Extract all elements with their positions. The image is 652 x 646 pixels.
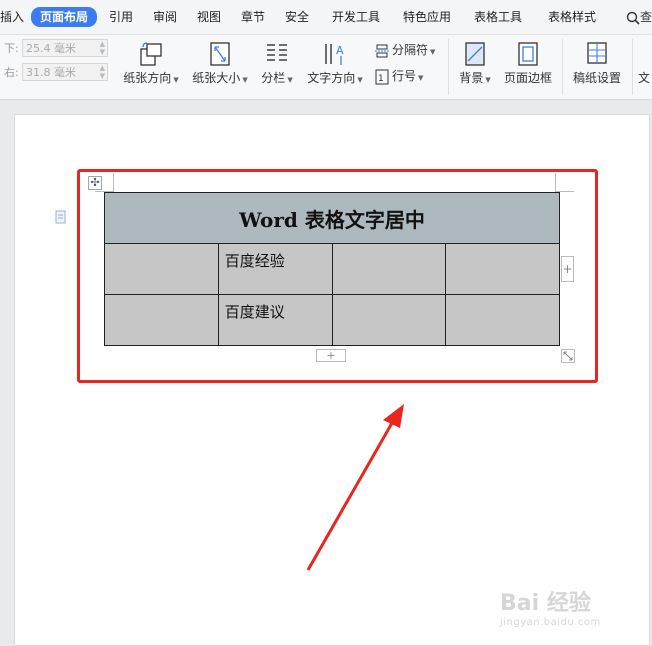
tab-table-style[interactable]: 表格样式 — [548, 8, 596, 26]
cell-text — [446, 244, 559, 250]
tab-page-layout[interactable]: 页面布局 — [31, 7, 98, 27]
text-direction-button[interactable]: A 文字方向 ▼ — [303, 35, 367, 95]
tab-view[interactable]: 视图 — [197, 8, 221, 26]
table-row: 百度建议 — [104, 294, 560, 346]
ribbon-toolbar: 下: 25.4 毫米 ▲ ▼ 右: 31.8 毫米 ▲ ▼ 纸张方向 ▼ 纸张大小 ▼ 分栏… — [0, 35, 652, 132]
margin-right-label: 右: — [4, 66, 19, 79]
cell-text: 百度经验 — [224, 252, 285, 270]
orientation-label: 纸张方向 — [123, 71, 172, 85]
table-cell[interactable] — [331, 243, 447, 295]
page-border-button[interactable]: 页面边框 — [500, 35, 556, 95]
table-title-cell[interactable]: Word 表格文字居中 — [104, 192, 560, 244]
paper-size-label: 纸张大小 — [192, 71, 241, 85]
cell-text — [105, 295, 218, 301]
table-cell[interactable]: 百度经验 — [217, 243, 333, 295]
table-cell[interactable]: 百度建议 — [217, 294, 333, 346]
breaks-button[interactable]: 分隔符 ▼ — [375, 41, 435, 59]
tab-references[interactable]: 引用 — [109, 8, 133, 26]
document-table[interactable]: Word 表格文字居中 百度经验 百度建议 — [104, 192, 560, 346]
paper-size-icon — [210, 42, 230, 66]
margin-bottom-value: 25.4 毫米 — [26, 42, 76, 55]
tab-insert[interactable]: 插入 — [0, 8, 24, 26]
table-row: 百度经验 — [104, 243, 560, 295]
toolbar-divider-2 — [562, 39, 563, 95]
line-numbers-icon: 1 — [375, 69, 389, 84]
tab-security[interactable]: 安全 — [285, 8, 309, 26]
table-header-row: Word 表格文字居中 — [104, 192, 560, 244]
table-title: Word 表格文字居中 — [239, 207, 425, 232]
tab-special-apps[interactable]: 特色应用 — [403, 8, 451, 26]
columns-button[interactable]: 分栏 ▼ — [256, 35, 298, 95]
text-direction-label: 文字方向 — [307, 71, 356, 85]
margin-right-input[interactable]: 31.8 毫米 ▲ ▼ — [22, 63, 108, 81]
add-column-button[interactable]: + — [561, 256, 574, 282]
paragraph-icon[interactable] — [54, 210, 68, 227]
paper-size-button[interactable]: 纸张大小 ▼ — [189, 35, 251, 95]
manuscript-button[interactable]: 稿纸设置 — [567, 35, 627, 95]
search-icon — [626, 11, 640, 25]
table-cell[interactable] — [445, 243, 560, 295]
tab-developer[interactable]: 开发工具 — [332, 8, 380, 26]
line-numbers-button[interactable]: 1 行号 ▼ — [375, 67, 423, 85]
cell-text: 百度建议 — [224, 303, 285, 321]
svg-text:A: A — [336, 44, 344, 57]
watermark: Bai 经验 jingyan.baidu.com — [500, 585, 601, 628]
table-cell[interactable] — [104, 243, 219, 295]
margin-bottom-spinner[interactable]: ▲ ▼ — [100, 40, 105, 56]
table-resize-handle[interactable] — [561, 349, 575, 363]
red-arrow-annotation — [306, 404, 404, 571]
table-cell[interactable] — [445, 294, 560, 346]
manuscript-grid-icon — [587, 42, 607, 64]
search-label: 查 — [640, 10, 652, 24]
page-orientation-icon — [140, 42, 162, 66]
text-cut-button[interactable]: 文 — [638, 35, 652, 95]
table-cell[interactable] — [104, 294, 219, 346]
margin-bottom-label: 下: — [4, 42, 19, 55]
cell-text — [333, 295, 446, 301]
background-button[interactable]: 背景 ▼ — [454, 35, 496, 95]
document-icon — [55, 210, 66, 224]
line-numbers-label: 行号 — [392, 69, 417, 83]
table-cell[interactable] — [331, 294, 447, 346]
tab-chapter[interactable]: 章节 — [241, 8, 265, 26]
columns-label: 分栏 — [261, 71, 286, 85]
text-cut-label: 文 — [638, 71, 651, 85]
svg-text:1: 1 — [378, 74, 384, 84]
text-direction-icon: A — [325, 44, 344, 65]
margin-right-spinner[interactable]: ▲ ▼ — [100, 64, 105, 80]
toolbar-divider-3 — [632, 39, 633, 95]
columns-icon — [267, 44, 287, 61]
cell-text — [446, 295, 559, 301]
table-move-handle[interactable]: ✣ — [88, 176, 102, 190]
cell-text — [105, 244, 218, 250]
breaks-label: 分隔符 — [392, 43, 429, 57]
cell-text — [333, 244, 446, 250]
manuscript-label: 稿纸设置 — [572, 71, 621, 85]
resize-arrow-icon — [563, 351, 573, 361]
search-tab[interactable]: 查 — [626, 8, 652, 25]
background-icon — [465, 42, 485, 66]
watermark-url: jingyan.baidu.com — [500, 617, 601, 628]
add-row-button[interactable]: + — [316, 349, 346, 362]
orientation-button[interactable]: 纸张方向 ▼ — [120, 35, 182, 95]
tab-table-tools[interactable]: 表格工具 — [474, 8, 522, 26]
page-border-icon — [518, 42, 538, 66]
page-break-icon — [375, 44, 389, 57]
crop-mark-top-right — [555, 173, 574, 192]
watermark-brand: Bai 经验 — [500, 591, 591, 616]
tab-review[interactable]: 审阅 — [153, 8, 177, 26]
ribbon-tab-bar: 插入 页面布局 引用 审阅 视图 章节 安全 开发工具 特色应用 表格工具 表格… — [0, 0, 652, 35]
toolbar-divider — [448, 39, 449, 95]
page-border-label: 页面边框 — [503, 71, 552, 85]
margin-bottom-input[interactable]: 25.4 毫米 ▲ ▼ — [22, 39, 108, 57]
background-label: 背景 — [459, 71, 484, 85]
margin-right-value: 31.8 毫米 — [26, 66, 76, 79]
